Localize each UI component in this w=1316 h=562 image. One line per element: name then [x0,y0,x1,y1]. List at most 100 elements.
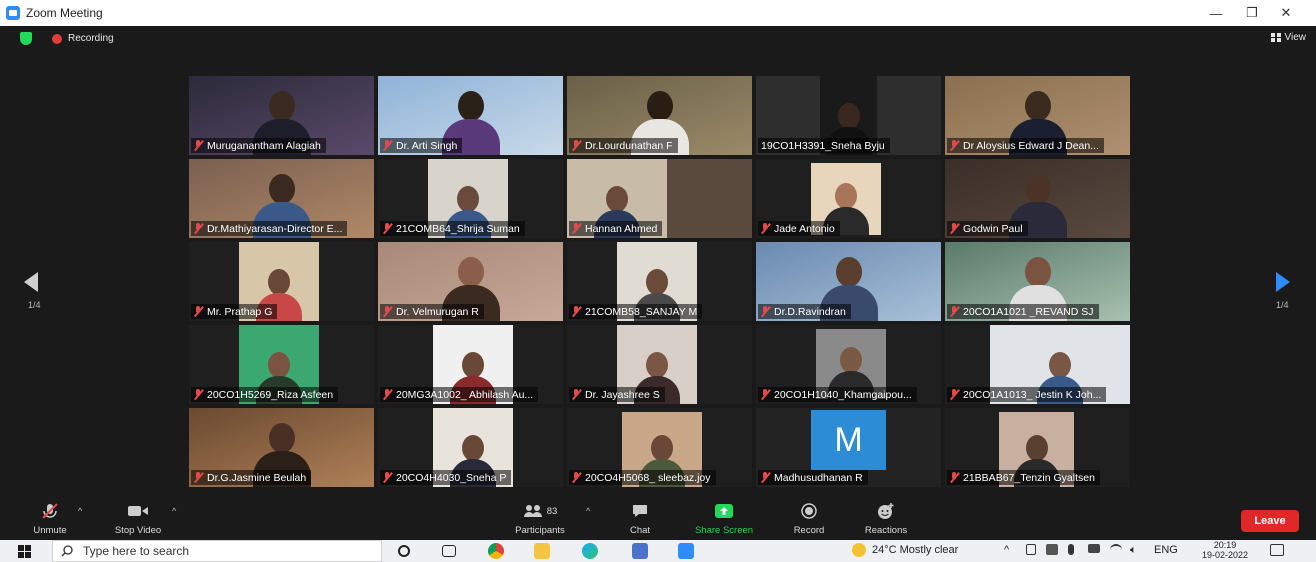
participant-name-tag: 20CO1H5269_Riza Asfeen [191,387,339,402]
file-explorer-icon[interactable] [534,543,550,559]
weather-text[interactable]: 24°C Mostly clear [872,544,958,556]
participant-tile[interactable]: 20CO4H5068_ sleebaz.joy [567,408,752,487]
participant-name: Mr. Prathap G [207,305,273,318]
tray-mic-icon[interactable] [1068,544,1074,555]
grid-view-icon [1270,33,1281,42]
cortana-icon[interactable] [398,545,410,557]
participant-tile[interactable]: 21COMB58_SANJAY M [567,242,752,321]
mic-muted-icon [383,472,392,483]
mic-muted-icon [194,389,203,400]
participant-name-tag: 20CO1H1040_Khamgaipou... [758,387,917,402]
weather-moon-icon [852,543,866,557]
tray-app-icon[interactable] [1026,544,1036,555]
participant-name-tag: Dr.Mathiyarasan-Director E... [191,221,348,236]
participant-tile[interactable]: 20CO1A1021 _REVAND SJ [945,242,1130,321]
participant-name-tag: Hannan Ahmed [569,221,663,236]
audio-options-caret-icon[interactable]: ^ [78,506,82,516]
taskbar-clock[interactable]: 20:19 19-02-2022 [1202,540,1248,562]
participant-tile[interactable]: 21BBAB67_Tenzin Gyaltsen [945,408,1130,487]
view-button[interactable]: View [1270,32,1306,43]
chrome-icon[interactable] [488,543,504,559]
chat-label: Chat [629,525,651,536]
participant-name: Dr.Mathiyarasan-Director E... [207,222,343,235]
wifi-icon[interactable] [1110,544,1122,554]
zoom-app-icon [6,6,20,20]
task-view-icon[interactable] [442,545,456,557]
search-placeholder: Type here to search [83,544,190,558]
mic-muted-icon [572,389,581,400]
minimize-button[interactable]: — [1196,0,1236,26]
participants-options-caret-icon[interactable]: ^ [586,506,590,516]
window-titlebar: Zoom Meeting — ❐ ✕ [0,0,1316,26]
participant-name-tag: Dr. Arti Singh [380,138,463,153]
stop-video-button[interactable]: Stop Video [106,501,170,536]
participant-tile[interactable]: Muruganantham Alagiah [189,76,374,155]
participant-tile[interactable]: Dr.D.Ravindran [756,242,941,321]
tray-overflow-chevron-icon[interactable]: ^ [1004,544,1009,556]
video-options-caret-icon[interactable]: ^ [172,506,176,516]
participant-tile[interactable]: 20CO4H4030_Sneha P [378,408,563,487]
participants-button[interactable]: 83 Participants [505,501,575,536]
next-page-button[interactable] [1276,272,1290,292]
participant-name: 20CO4H4030_Sneha P [396,471,507,484]
participant-name-tag: Dr. Velmurugan R [380,304,484,319]
encryption-shield-icon[interactable] [20,32,32,45]
participant-tile[interactable]: Dr.G.Jasmine Beulah [189,408,374,487]
zoom-taskbar-icon[interactable] [678,543,694,559]
windows-taskbar: Type here to search 24°C Mostly clear ^ … [0,540,1316,562]
participant-name: 20CO4H5068_ sleebaz.joy [585,471,711,484]
recording-label[interactable]: Recording [68,33,114,44]
mic-muted-icon [761,306,770,317]
unmute-button[interactable]: Unmute [30,501,70,536]
mic-muted-icon [572,306,581,317]
participant-tile[interactable]: Hannan Ahmed [567,159,752,238]
chevron-left-icon [24,272,38,292]
previous-page-button[interactable] [24,272,38,292]
mic-muted-icon [383,140,392,151]
participant-tile[interactable]: Jade Antonio [756,159,941,238]
participant-name-tag: Jade Antonio [758,221,840,236]
participant-tile[interactable]: 20CO1A1013_ Jestin K Joh... [945,325,1130,404]
stop-video-label: Stop Video [114,525,162,536]
page-indicator-right: 1/4 [1276,300,1289,310]
participant-tile[interactable]: Dr. Velmurugan R [378,242,563,321]
participant-tile[interactable]: 21COMB64_Shrija Suman [378,159,563,238]
participant-name: Madhusudhanan R [774,471,863,484]
participant-tile[interactable]: 20CO1H5269_Riza Asfeen [189,325,374,404]
recording-dot-icon [52,34,62,44]
mic-muted-icon [761,223,770,234]
edge-icon[interactable] [582,543,598,559]
windows-start-icon[interactable] [18,545,31,558]
participant-tile[interactable]: 20MG3A1002_ Abhilash Au... [378,325,563,404]
photos-icon[interactable] [632,543,648,559]
mic-muted-icon [383,306,392,317]
chat-button[interactable]: Chat [620,501,660,536]
participant-tile[interactable]: Dr Aloysius Edward J Dean... [945,76,1130,155]
participant-tile[interactable]: Dr. Arti Singh [378,76,563,155]
video-grid: Muruganantham Alagiah Dr. Arti Singh Dr.Lo… [189,76,1130,490]
participant-tile[interactable]: Dr.Lourdunathan F [567,76,752,155]
participant-tile[interactable]: Dr.Mathiyarasan-Director E... [189,159,374,238]
volume-icon[interactable]: 🔈︎ [1130,544,1137,557]
record-button[interactable]: Record [788,501,830,536]
participant-tile[interactable]: Mr. Prathap G [189,242,374,321]
participant-tile[interactable]: Godwin Paul [945,159,1130,238]
reactions-button[interactable]: Reactions [856,501,916,536]
notification-center-icon[interactable] [1270,544,1284,556]
clock-time: 20:19 [1213,540,1237,550]
mic-muted-icon [572,223,581,234]
tray-meet-icon[interactable] [1046,544,1058,555]
participant-name: Dr. Jayashree S [585,388,660,401]
mic-muted-icon [572,140,581,151]
taskbar-search-box[interactable]: Type here to search [52,540,382,562]
tray-battery-icon[interactable] [1088,544,1100,553]
mic-muted-icon [194,306,203,317]
close-button[interactable]: ✕ [1266,0,1306,26]
participant-tile[interactable]: M Madhusudhanan R [756,408,941,487]
share-screen-button[interactable]: Share Screen [688,501,760,536]
language-indicator[interactable]: ENG [1154,544,1178,556]
leave-button[interactable]: Leave [1241,510,1299,532]
participant-tile[interactable]: 20CO1H1040_Khamgaipou... [756,325,941,404]
participant-tile[interactable]: Dr. Jayashree S [567,325,752,404]
participant-tile[interactable]: 19CO1H3391_Sneha Byju [756,76,941,155]
